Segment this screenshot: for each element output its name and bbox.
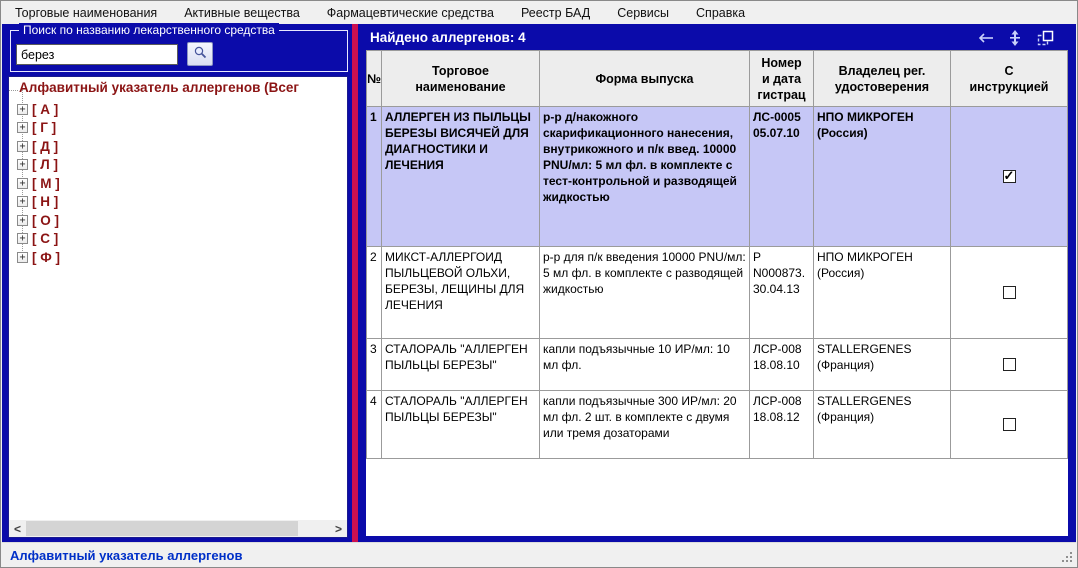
expand-plus-icon[interactable]: + [17, 103, 28, 115]
instruction-cell [951, 107, 1067, 246]
col-header-instruction[interactable]: С инструкцией [951, 51, 1067, 106]
reg-number-cell: ЛСР-008 18.08.12 [750, 391, 814, 458]
release-form-cell: капли подъязычные 300 ИР/мл: 20 мл фл. 2… [540, 391, 750, 458]
row-number: 2 [367, 247, 382, 338]
tree-item-s[interactable]: + [ С ] [9, 230, 347, 249]
trade-name-cell: СТАЛОРАЛЬ "АЛЛЕРГЕН ПЫЛЬЦЫ БЕРЕЗЫ" [382, 339, 540, 390]
menu-help[interactable]: Справка [696, 6, 745, 20]
menu-trade-names[interactable]: Торговые наименования [15, 6, 157, 20]
expand-plus-icon[interactable]: + [17, 251, 28, 263]
tree-item-m[interactable]: + [ М ] [9, 174, 347, 193]
results-toolbar [976, 30, 1054, 46]
owner-cell: НПО МИКРОГЕН (Россия) [814, 247, 951, 338]
menu-bar: Торговые наименования Активные вещества … [2, 2, 1076, 24]
col-header-release-form[interactable]: Форма выпуска [540, 51, 750, 106]
release-form-cell: капли подъязычные 10 ИР/мл: 10 мл фл. [540, 339, 750, 390]
cascade-windows-icon[interactable] [1036, 30, 1054, 46]
release-form-cell: р-р д/накожного скарификационного нанесе… [540, 107, 750, 246]
tree-root-label[interactable]: Алфавитный указатель аллергенов (Всег [9, 80, 347, 100]
search-button[interactable] [187, 42, 213, 66]
search-groupbox: Поиск по названию лекарственного средств… [10, 23, 348, 72]
search-input[interactable] [16, 44, 178, 65]
row-number: 3 [367, 339, 382, 390]
instruction-cell [951, 339, 1067, 390]
status-bar: Алфавитный указатель аллергенов [2, 542, 1076, 566]
col-header-owner[interactable]: Владелец рег. удостоверения [814, 51, 951, 106]
back-arrow-icon[interactable] [976, 30, 994, 46]
allergen-tree: Алфавитный указатель аллергенов (Всег + … [9, 77, 347, 267]
table-row[interactable]: 1 АЛЛЕРГЕН ИЗ ПЫЛЬЦЫ БЕРЕЗЫ ВИСЯЧЕЙ ДЛЯ … [367, 107, 1067, 247]
menu-active-substances[interactable]: Активные вещества [184, 6, 300, 20]
menu-services[interactable]: Сервисы [617, 6, 669, 20]
tree-item-f[interactable]: + [ Ф ] [9, 248, 347, 267]
expand-plus-icon[interactable]: + [17, 196, 28, 208]
instruction-checkbox[interactable] [1002, 286, 1016, 299]
menu-pharmaceutical-means[interactable]: Фармацевтические средства [327, 6, 494, 20]
reg-number-cell: Р N000873. 30.04.13 [750, 247, 814, 338]
owner-cell: STALLERGENES (Франция) [814, 339, 951, 390]
tree-item-n[interactable]: + [ Н ] [9, 193, 347, 212]
search-group-label: Поиск по названию лекарственного средств… [19, 23, 279, 37]
fit-height-icon[interactable] [1006, 30, 1024, 46]
left-panel: Поиск по названию лекарственного средств… [2, 23, 352, 542]
row-number: 4 [367, 391, 382, 458]
instruction-checkbox[interactable] [1002, 358, 1016, 371]
resize-grip-icon[interactable] [1061, 551, 1074, 564]
expand-plus-icon[interactable]: + [17, 159, 28, 171]
expand-plus-icon[interactable]: + [17, 233, 28, 245]
owner-cell: НПО МИКРОГЕН (Россия) [814, 107, 951, 246]
results-table: № Торговое наименование Форма выпуска Но… [366, 50, 1068, 459]
scroll-right-icon[interactable] [330, 520, 347, 537]
reg-number-cell: ЛСР-008 18.08.10 [750, 339, 814, 390]
allergen-tree-panel: Алфавитный указатель аллергенов (Всег + … [8, 76, 348, 538]
results-table-container: № Торговое наименование Форма выпуска Но… [366, 50, 1068, 536]
instruction-cell [951, 247, 1067, 338]
scrollbar-thumb[interactable] [26, 521, 298, 536]
main-area: Поиск по названию лекарственного средств… [2, 23, 1076, 542]
col-header-reg-number[interactable]: Номер и дата гистрац [750, 51, 814, 106]
tree-item-a[interactable]: + [ А ] [9, 100, 347, 119]
table-row[interactable]: 2 МИКСТ-АЛЛЕРГОИД ПЫЛЬЦЕВОЙ ОЛЬХИ, БЕРЕЗ… [367, 247, 1067, 339]
trade-name-cell: СТАЛОРАЛЬ "АЛЛЕРГЕН ПЫЛЬЦЫ БЕРЕЗЫ" [382, 391, 540, 458]
results-panel: Найдено аллергенов: 4 № Торговое наимено… [358, 24, 1076, 542]
menu-bad-registry[interactable]: Реестр БАД [521, 6, 590, 20]
expand-plus-icon[interactable]: + [17, 140, 28, 152]
release-form-cell: р-р для п/к введения 10000 PNU/мл: 5 мл … [540, 247, 750, 338]
row-number: 1 [367, 107, 382, 246]
horizontal-scrollbar[interactable] [9, 520, 347, 537]
expand-plus-icon[interactable]: + [17, 122, 28, 134]
col-header-trade-name[interactable]: Торговое наименование [382, 51, 540, 106]
expand-plus-icon[interactable]: + [17, 214, 28, 226]
instruction-checkbox[interactable] [1002, 168, 1016, 184]
table-row[interactable]: 4 СТАЛОРАЛЬ "АЛЛЕРГЕН ПЫЛЬЦЫ БЕРЕЗЫ" кап… [367, 391, 1067, 459]
col-header-number[interactable]: № [367, 51, 382, 106]
table-row[interactable]: 3 СТАЛОРАЛЬ "АЛЛЕРГЕН ПЫЛЬЦЫ БЕРЕЗЫ" кап… [367, 339, 1067, 391]
expand-plus-icon[interactable]: + [17, 177, 28, 189]
trade-name-cell: АЛЛЕРГЕН ИЗ ПЫЛЬЦЫ БЕРЕЗЫ ВИСЯЧЕЙ ДЛЯ ДИ… [382, 107, 540, 246]
tree-item-l[interactable]: + [ Л ] [9, 156, 347, 175]
app-window: Торговые наименования Активные вещества … [0, 0, 1078, 568]
instruction-checkbox[interactable] [1002, 418, 1016, 431]
tree-item-o[interactable]: + [ О ] [9, 211, 347, 230]
status-text: Алфавитный указатель аллергенов [10, 548, 243, 563]
magnifier-icon [193, 45, 208, 63]
trade-name-cell: МИКСТ-АЛЛЕРГОИД ПЫЛЬЦЕВОЙ ОЛЬХИ, БЕРЕЗЫ,… [382, 247, 540, 338]
results-title: Найдено аллергенов: 4 [370, 30, 526, 45]
table-header-row: № Торговое наименование Форма выпуска Но… [367, 51, 1067, 107]
owner-cell: STALLERGENES (Франция) [814, 391, 951, 458]
instruction-cell [951, 391, 1067, 458]
tree-item-d[interactable]: + [ Д ] [9, 137, 347, 156]
scroll-left-icon[interactable] [9, 520, 26, 537]
tree-item-g[interactable]: + [ Г ] [9, 119, 347, 138]
reg-number-cell: ЛС-0005 05.07.10 [750, 107, 814, 246]
